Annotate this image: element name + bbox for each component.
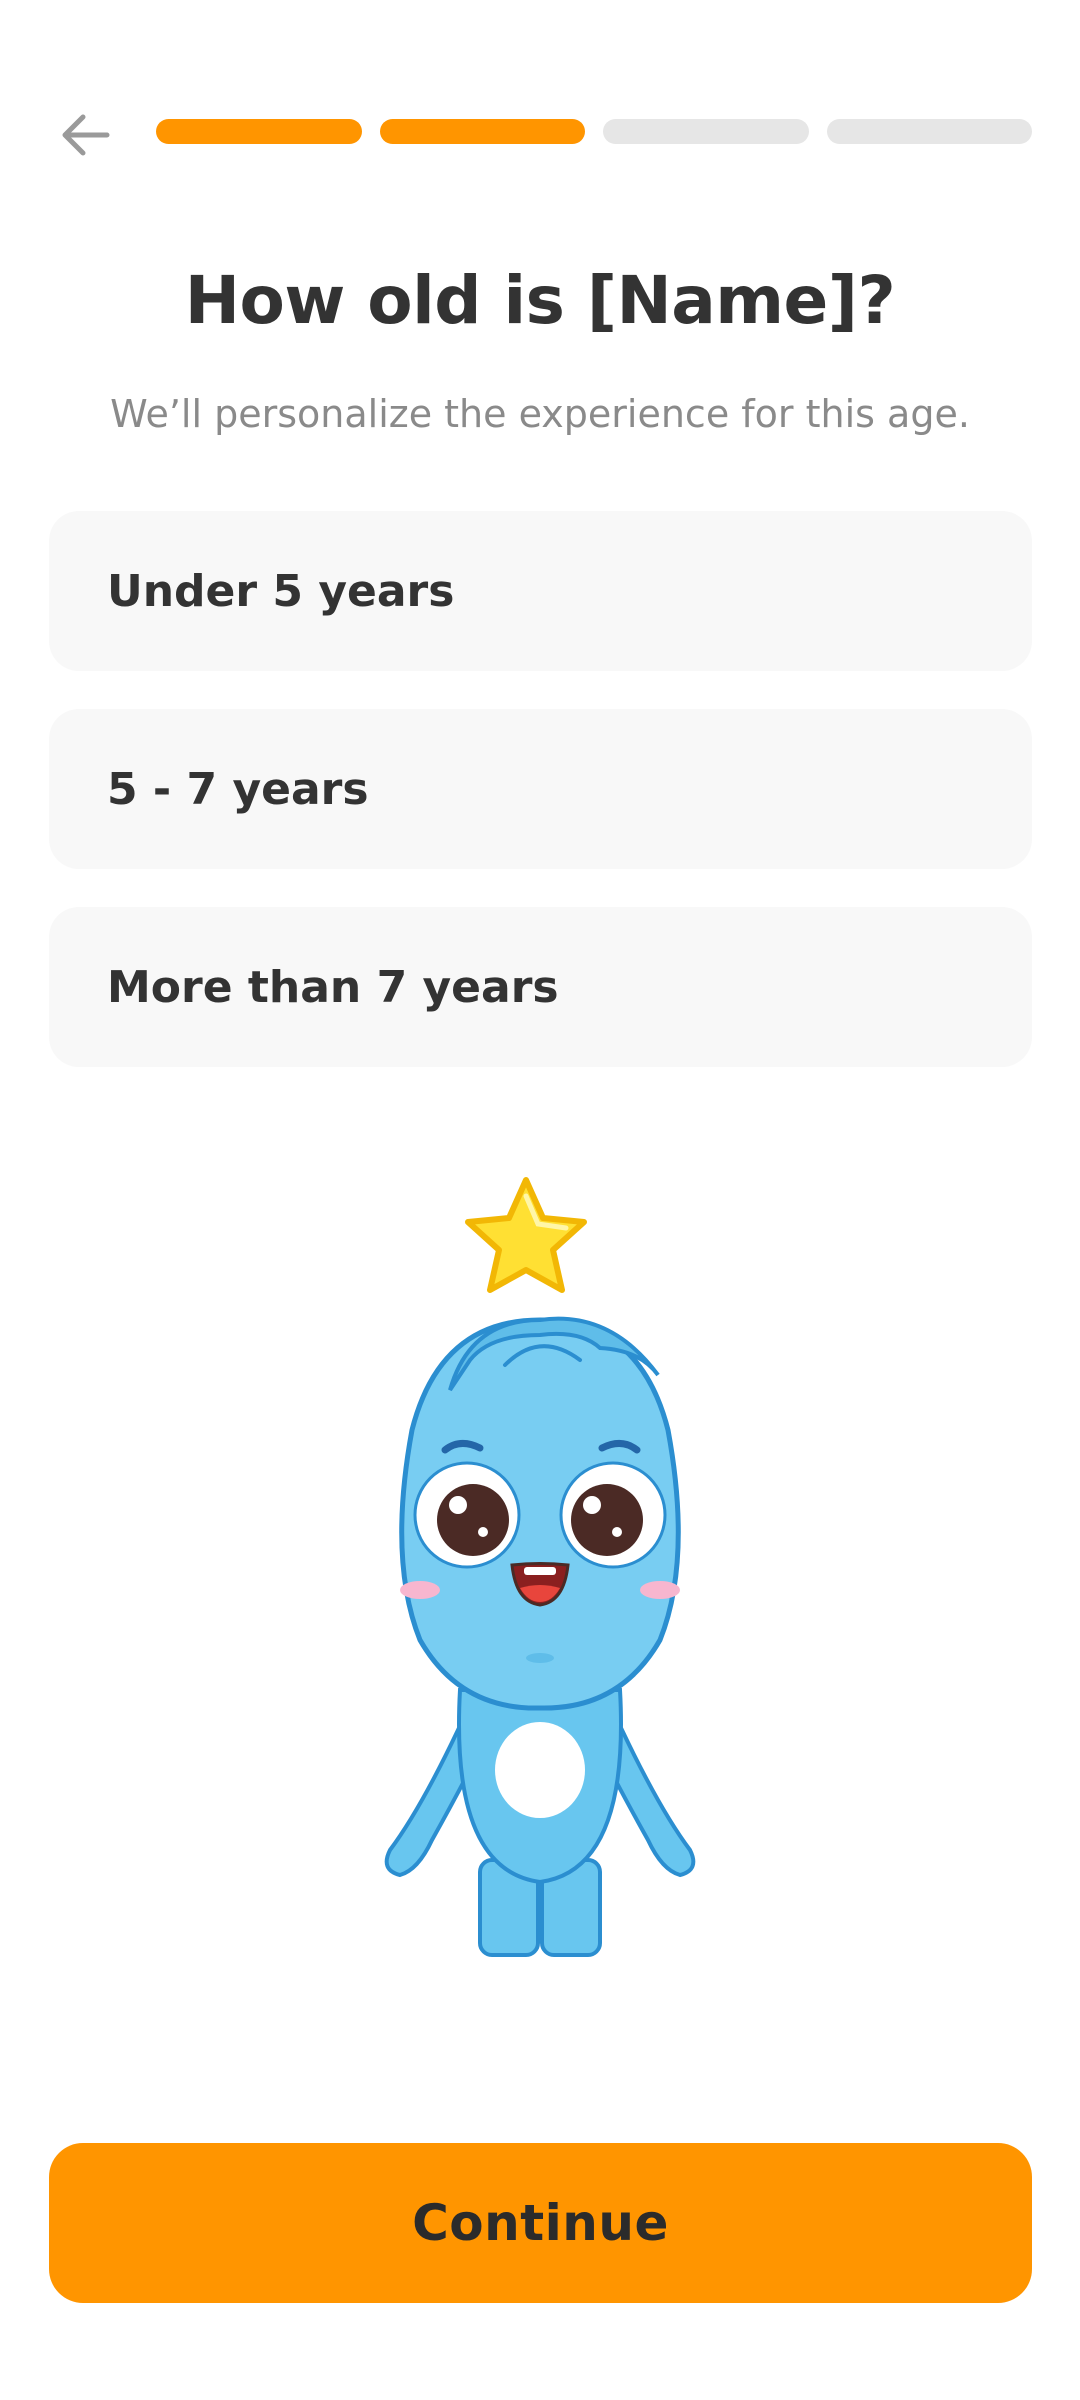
option-more-than-7[interactable]: More than 7 years: [49, 907, 1032, 1067]
continue-button-label: Continue: [412, 2194, 669, 2252]
continue-button[interactable]: Continue: [49, 2143, 1032, 2303]
back-button[interactable]: [50, 100, 120, 170]
progress-step-3: [603, 119, 809, 144]
page-subtitle: We’ll personalize the experience for thi…: [110, 392, 970, 436]
option-under-5[interactable]: Under 5 years: [49, 511, 1032, 671]
option-5-to-7[interactable]: 5 - 7 years: [49, 709, 1032, 869]
age-selection-screen: How old is [Name]? We’ll personalize the…: [0, 0, 1080, 2400]
star-icon: [465, 1177, 587, 1293]
page-title: How old is [Name]?: [184, 262, 896, 339]
top-bar: [0, 0, 1080, 200]
option-label: 5 - 7 years: [107, 763, 369, 815]
progress-step-4: [826, 119, 1032, 144]
mascot-illustration: [384, 1177, 696, 1957]
arrow-left-icon: [62, 114, 110, 156]
progress-step-1: [156, 119, 362, 144]
option-label: More than 7 years: [107, 961, 559, 1013]
progress-step-2: [379, 119, 585, 144]
option-label: Under 5 years: [107, 565, 455, 617]
step-progress-bar: [156, 119, 1032, 144]
